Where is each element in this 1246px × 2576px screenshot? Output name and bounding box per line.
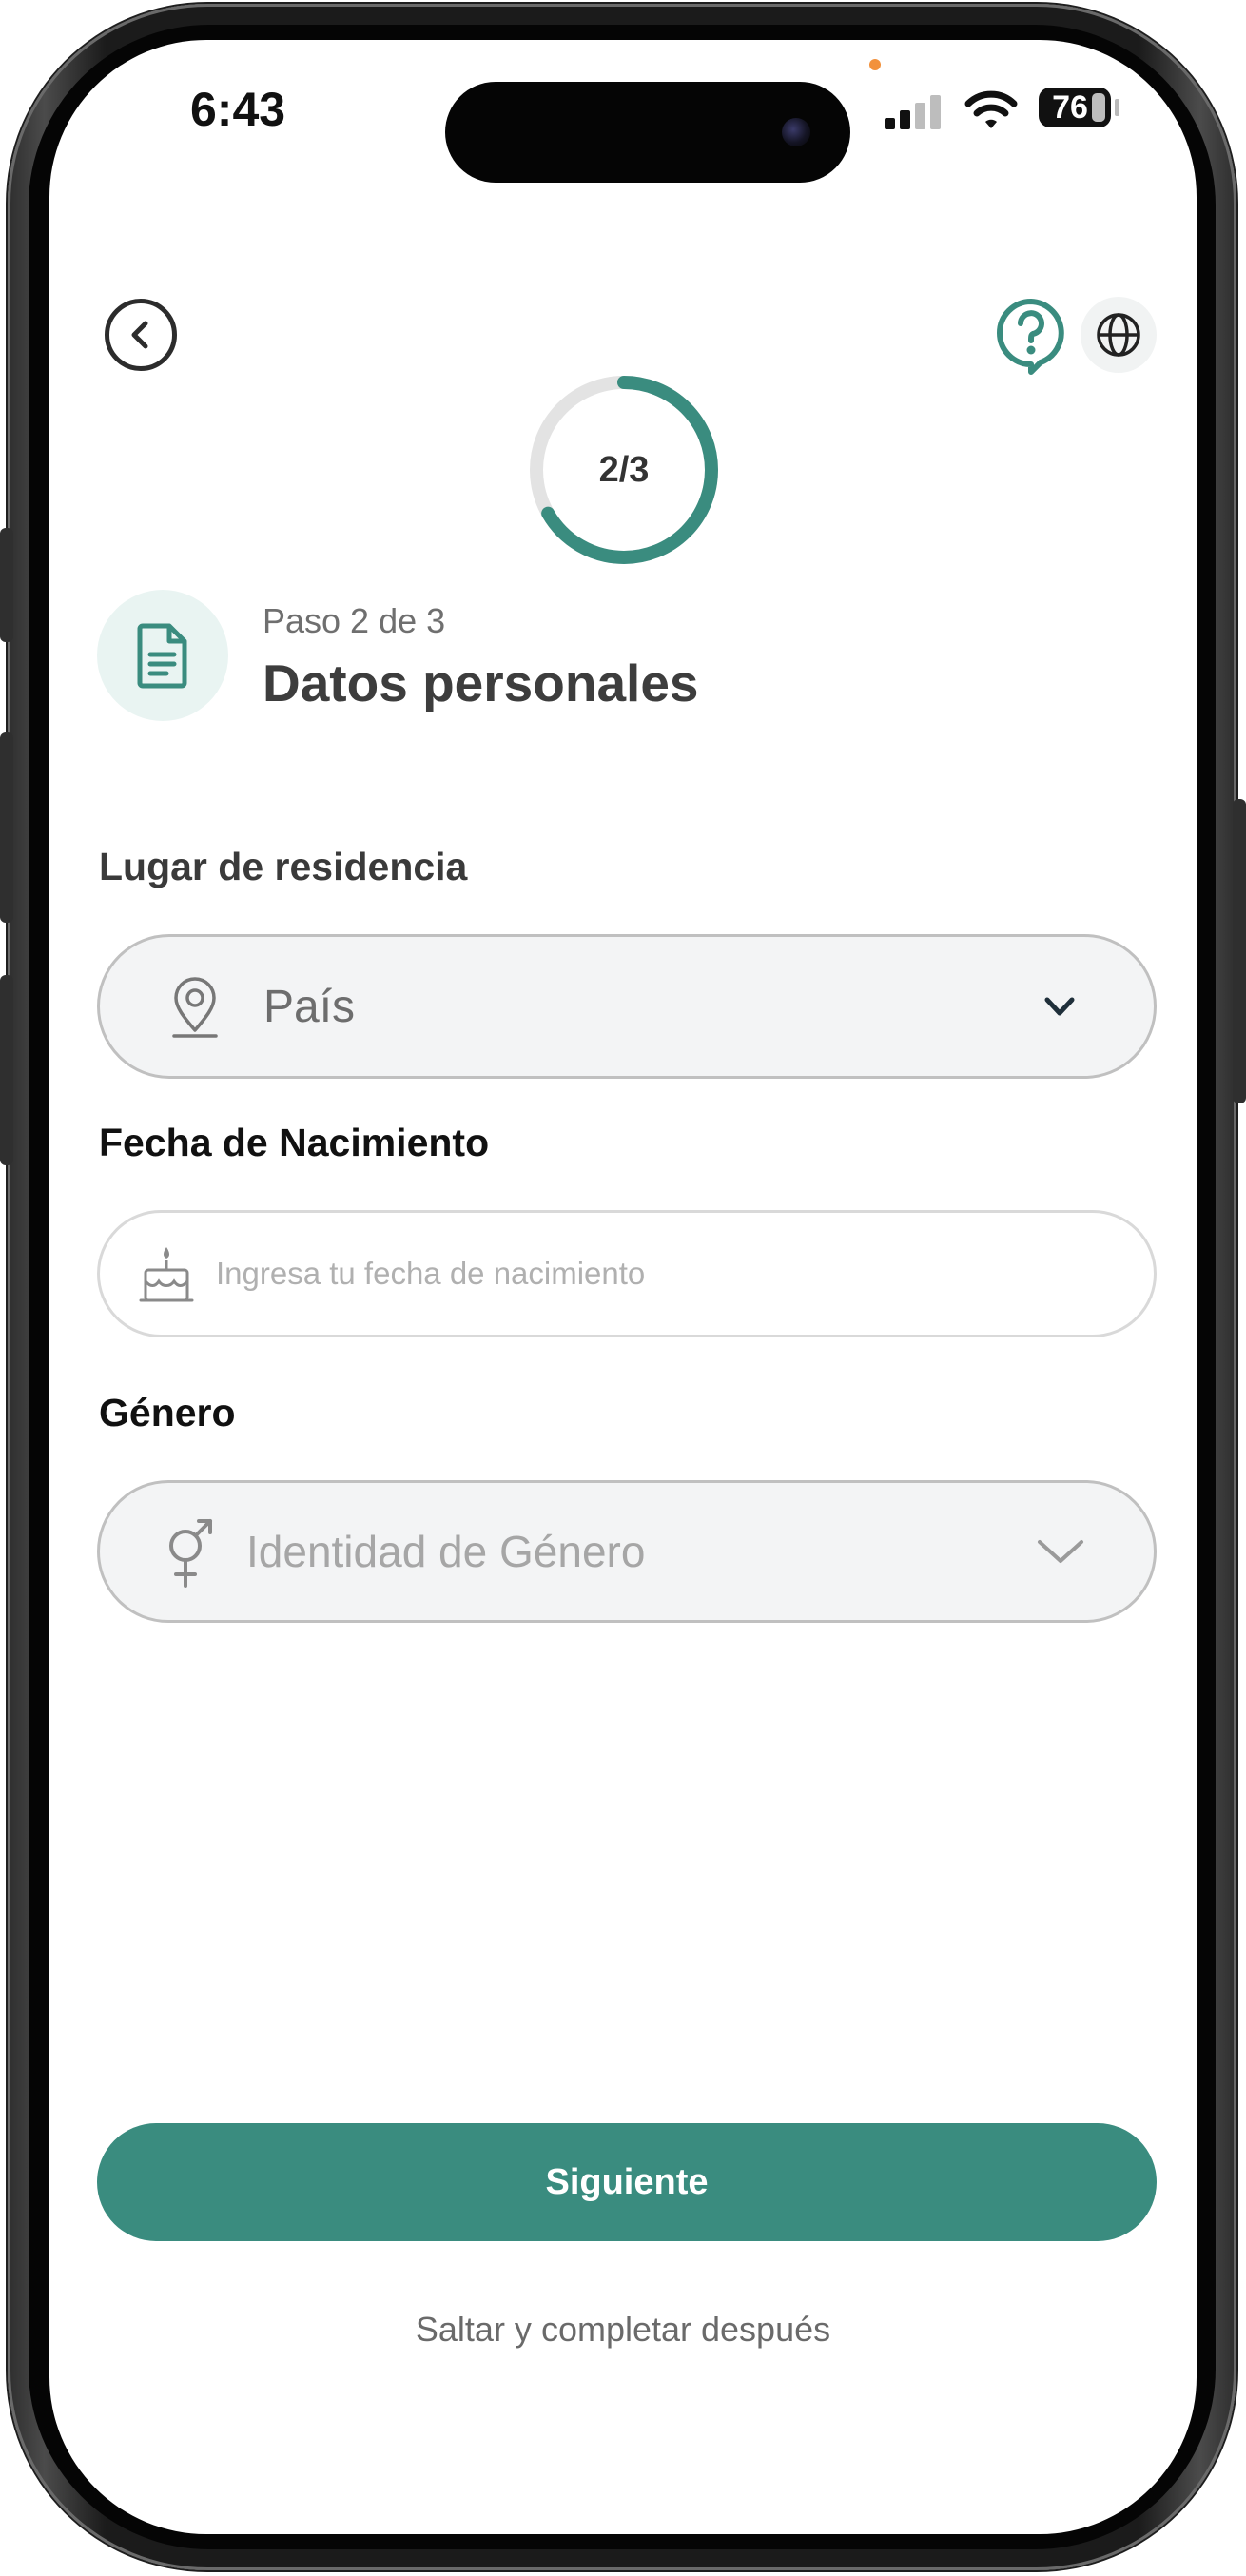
country-select-value: País	[263, 981, 356, 1032]
chevron-down-icon	[1038, 1540, 1083, 1563]
birthdate-input[interactable]	[214, 1213, 1074, 1335]
chevron-left-icon	[131, 321, 148, 349]
front-camera	[782, 118, 810, 146]
gender-select[interactable]: Identidad de Género	[97, 1480, 1157, 1623]
page-title: Datos personales	[263, 654, 699, 712]
birthday-cake-icon	[139, 1247, 194, 1302]
status-time: 6:43	[190, 83, 286, 136]
dynamic-island	[445, 82, 850, 183]
birthdate-label: Fecha de Nacimiento	[99, 1121, 490, 1164]
chevron-down-icon	[1044, 997, 1075, 1016]
volume-down-button	[0, 975, 13, 1165]
country-select[interactable]: País	[97, 934, 1157, 1079]
app-screen: 6:43 76 2/3 Paso 2 de 3 Datos personales…	[49, 40, 1197, 2534]
globe-icon	[1097, 313, 1140, 357]
progress-label: 2/3	[598, 449, 650, 490]
document-icon	[137, 623, 187, 689]
help-icon[interactable]	[995, 297, 1067, 375]
skip-link[interactable]: Saltar y completar después	[49, 2310, 1197, 2350]
gender-label: Género	[99, 1391, 236, 1434]
gender-symbol-icon	[169, 1519, 212, 1588]
birthdate-field[interactable]	[97, 1210, 1157, 1337]
language-button[interactable]	[1081, 297, 1157, 373]
power-button	[1233, 799, 1246, 1103]
step-caption: Paso 2 de 3	[263, 601, 446, 640]
step-icon-badge	[97, 590, 228, 721]
back-button[interactable]	[105, 299, 177, 371]
volume-up-button	[0, 732, 13, 923]
next-button[interactable]: Siguiente	[97, 2123, 1157, 2241]
gender-select-value: Identidad de Género	[246, 1527, 646, 1576]
location-pin-icon	[172, 977, 218, 1038]
cellular-signal-icon	[885, 93, 945, 129]
wifi-icon	[964, 90, 1018, 128]
battery-percentage: 76	[1052, 88, 1088, 126]
battery-cap	[1115, 99, 1119, 116]
battery-icon: 76	[1039, 88, 1111, 127]
microphone-indicator-dot	[869, 59, 881, 70]
residence-label: Lugar de residencia	[99, 845, 468, 888]
action-button	[0, 528, 13, 642]
